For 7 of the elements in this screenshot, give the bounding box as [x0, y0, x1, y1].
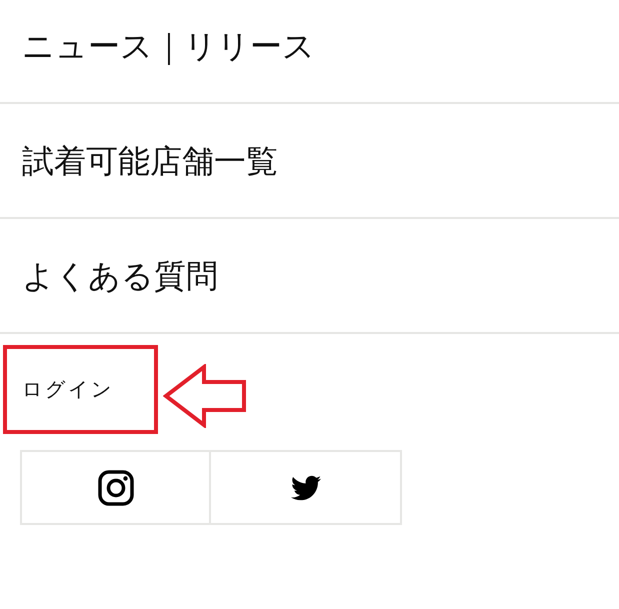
menu-link[interactable]: ニュース｜リリース — [22, 26, 315, 66]
menu-link[interactable]: よくある質問 — [22, 256, 218, 296]
login-link[interactable]: ログイン — [22, 377, 114, 401]
social-link-button[interactable] — [211, 450, 402, 525]
camera-icon — [98, 470, 134, 506]
social-link-button[interactable] — [20, 450, 211, 525]
menu-link[interactable]: 試着可能店舗一覧 — [22, 140, 278, 180]
